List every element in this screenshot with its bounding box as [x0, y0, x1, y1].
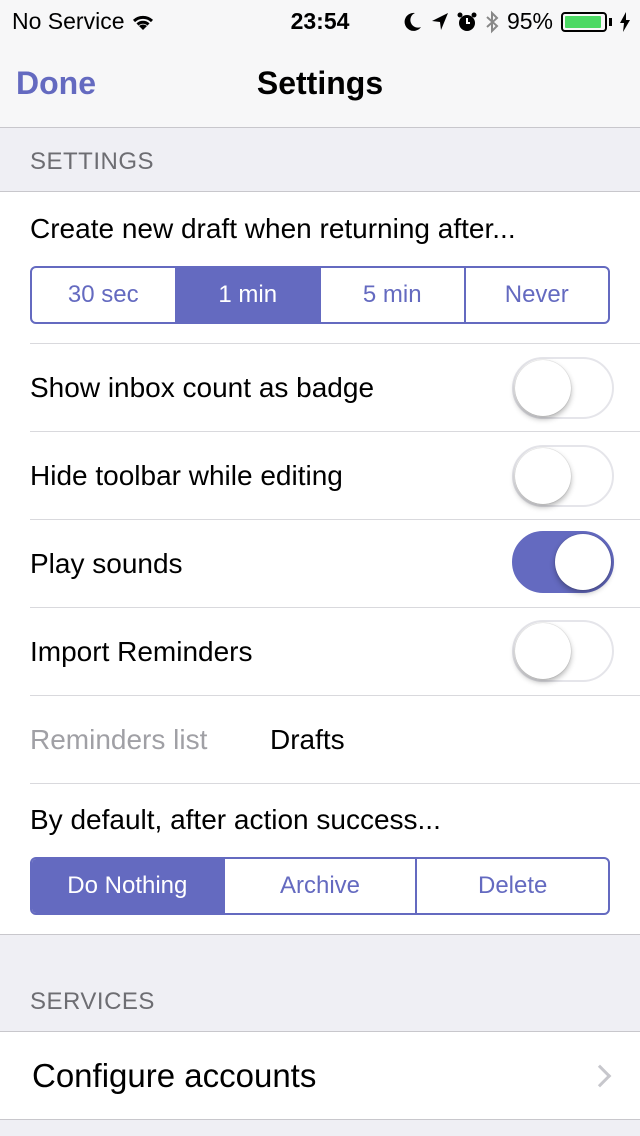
- draft-prompt-row: Create new draft when returning after...: [30, 192, 640, 266]
- configure-accounts-label: Configure accounts: [32, 1056, 317, 1094]
- draft-option-1-min[interactable]: 1 min: [174, 268, 319, 322]
- reminders-list-label: Reminders list: [30, 723, 208, 755]
- draft-delay-segmented-control[interactable]: 30 sec 1 min 5 min Never: [30, 266, 610, 324]
- action-option-archive[interactable]: Archive: [222, 859, 416, 913]
- battery-cap: [609, 17, 612, 26]
- toggle-label: Show inbox count as badge: [30, 371, 375, 403]
- bluetooth-icon: [486, 10, 499, 33]
- status-bar: No Service 23:54 95%: [0, 0, 640, 40]
- action-success-segmented-control[interactable]: Do Nothing Archive Delete: [30, 857, 610, 915]
- services-section-header: SERVICES: [30, 988, 155, 1015]
- action-option-delete[interactable]: Delete: [415, 859, 608, 913]
- location-icon: [431, 12, 448, 30]
- charging-icon: [620, 11, 630, 32]
- hide-toolbar-switch[interactable]: [512, 445, 614, 507]
- battery-icon: [561, 11, 607, 32]
- reminders-list-value: Drafts: [270, 723, 345, 755]
- moon-icon: [404, 12, 421, 31]
- play-sounds-switch[interactable]: [512, 531, 614, 593]
- battery-percent: 95%: [506, 8, 553, 34]
- switch-knob: [515, 623, 571, 679]
- navigation-bar: Done Settings: [0, 40, 640, 128]
- action-prompt-label: By default, after action success...: [30, 804, 441, 835]
- draft-option-5-min[interactable]: 5 min: [319, 268, 464, 322]
- settings-section-header: SETTINGS: [30, 148, 155, 175]
- services-group: Configure accounts: [0, 1031, 640, 1120]
- draft-option-never[interactable]: Never: [463, 268, 609, 322]
- toggle-label: Play sounds: [30, 547, 183, 579]
- switch-knob: [515, 360, 571, 416]
- settings-group: Create new draft when returning after...…: [0, 191, 640, 935]
- draft-option-30-sec[interactable]: 30 sec: [32, 268, 175, 322]
- toggle-label: Import Reminders: [30, 635, 253, 667]
- switch-knob: [555, 534, 611, 590]
- inbox-badge-switch[interactable]: [512, 357, 614, 419]
- toggle-label: Hide toolbar while editing: [30, 459, 343, 491]
- draft-prompt-label: Create new draft when returning after...: [30, 213, 516, 244]
- alarm-icon: [457, 12, 477, 31]
- configure-accounts-row[interactable]: Configure accounts: [32, 1032, 640, 1119]
- reminders-list-row[interactable]: Reminders list Drafts: [30, 696, 640, 783]
- import-reminders-switch[interactable]: [512, 620, 614, 682]
- action-option-do-nothing[interactable]: Do Nothing: [32, 859, 223, 913]
- page-title: Settings: [256, 65, 384, 101]
- done-button[interactable]: Done: [16, 65, 96, 102]
- action-prompt-row: By default, after action success...: [30, 784, 640, 856]
- switch-knob: [515, 448, 571, 504]
